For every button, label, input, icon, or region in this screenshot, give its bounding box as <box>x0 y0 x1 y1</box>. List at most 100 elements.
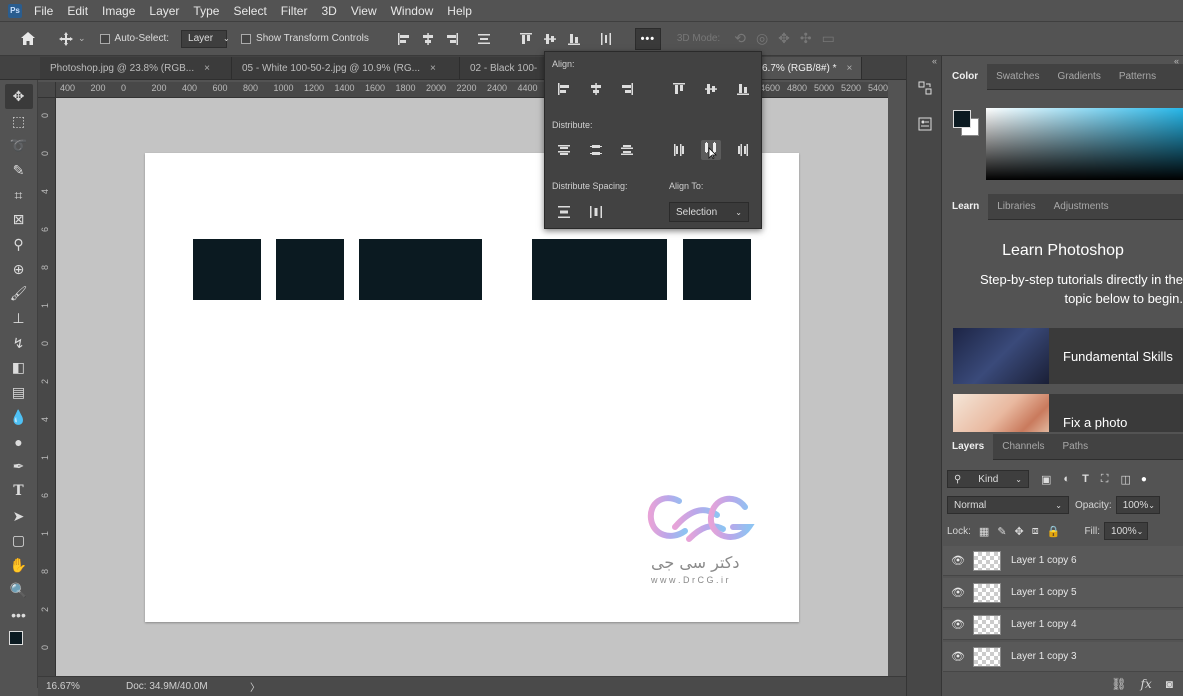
close-icon[interactable]: × <box>204 63 210 74</box>
learn-card-fix-a-photo[interactable]: Fix a photo <box>953 394 1183 432</box>
distribute-vertical-spacing-icon[interactable] <box>554 202 574 222</box>
visibility-eye-icon[interactable]: 👁 <box>943 618 973 631</box>
close-icon[interactable]: × <box>846 63 852 74</box>
3d-pan-icon[interactable]: ✥ <box>778 30 790 47</box>
tab-active-document[interactable]: 6.7% (RGB/8#) * × <box>752 57 862 79</box>
menu-type[interactable]: Type <box>193 4 219 18</box>
align-left-edges-icon[interactable] <box>397 32 411 46</box>
collapse-arrows-icon[interactable]: « <box>907 56 941 70</box>
3d-slide-icon[interactable]: ✣ <box>800 30 812 47</box>
zoom-level[interactable]: 16.67% <box>46 681 126 692</box>
align-top-edges-icon[interactable] <box>519 32 533 46</box>
tab-paths[interactable]: Paths <box>1054 434 1098 460</box>
blend-mode-dropdown[interactable]: Normal ⌄ <box>947 496 1069 514</box>
more-align-options-button[interactable]: ••• <box>634 27 661 50</box>
menu-help[interactable]: Help <box>447 4 472 18</box>
distribute-horizontal-icon[interactable] <box>599 32 613 46</box>
filter-type-icon[interactable]: T <box>1082 473 1089 485</box>
distribute-horizontal-spacing-icon[interactable] <box>586 202 606 222</box>
dark-rectangle-1[interactable] <box>193 239 261 300</box>
align-to-dropdown[interactable]: Selection ⌄ <box>669 202 749 222</box>
dark-rectangle-5[interactable] <box>683 239 751 300</box>
filter-toggle-icon[interactable]: ● <box>1141 474 1147 485</box>
pen-tool-icon[interactable]: ✒ <box>5 454 33 479</box>
3d-camera-icon[interactable]: ▭ <box>822 30 835 47</box>
magic-wand-tool-icon[interactable]: ✎ <box>5 158 33 183</box>
menu-select[interactable]: Select <box>233 4 266 18</box>
status-menu-arrow-icon[interactable]: 〉 <box>250 679 260 694</box>
tab-layers[interactable]: Layers <box>943 433 994 460</box>
path-selection-tool-icon[interactable]: ➤ <box>5 504 33 529</box>
layer-row[interactable]: 👁 Layer 1 copy 3 <box>943 642 1183 672</box>
type-tool-icon[interactable]: T <box>5 479 33 504</box>
show-transform-checkbox[interactable]: Show Transform Controls <box>241 33 369 44</box>
distribute-bottom-edges-icon[interactable] <box>617 140 637 160</box>
learn-card-fundamental-skills[interactable]: Fundamental Skills <box>953 328 1183 384</box>
auto-select-target-dropdown[interactable]: Layer ⌄ <box>181 29 230 48</box>
lock-image-icon[interactable]: ✎ <box>997 525 1006 538</box>
close-icon[interactable]: × <box>430 63 436 74</box>
distribute-left-edges-icon[interactable] <box>669 140 689 160</box>
align-top-edges-icon[interactable] <box>669 79 689 99</box>
foreground-color-swatch[interactable] <box>953 110 971 128</box>
tab-libraries[interactable]: Libraries <box>988 194 1044 220</box>
menu-3d[interactable]: 3D <box>321 4 336 18</box>
layer-kind-filter[interactable]: ⚲ Kind ⌄ <box>947 470 1029 488</box>
hand-tool-icon[interactable]: ✋ <box>5 553 33 578</box>
layer-row[interactable]: 👁 Layer 1 copy 6 <box>943 546 1183 576</box>
tab-photoshop-jpg[interactable]: Photoshop.jpg @ 23.8% (RGB... × <box>40 57 232 79</box>
align-horizontal-centers-icon[interactable] <box>586 79 606 99</box>
distribute-vertical-centers-icon[interactable] <box>586 140 606 160</box>
menu-filter[interactable]: Filter <box>281 4 308 18</box>
link-layers-icon[interactable]: ⛓ <box>1111 677 1126 691</box>
align-horizontal-centers-icon[interactable] <box>421 32 435 46</box>
distribute-right-edges-icon[interactable] <box>733 140 753 160</box>
properties-panel-icon[interactable] <box>907 106 943 142</box>
filter-smart-object-icon[interactable]: ◫ <box>1121 473 1131 486</box>
lasso-tool-icon[interactable]: ➰ <box>5 133 33 158</box>
tab-gradients[interactable]: Gradients <box>1048 64 1109 90</box>
rectangle-tool-icon[interactable]: ▢ <box>5 528 33 553</box>
dark-rectangle-4[interactable] <box>532 239 667 300</box>
dark-rectangle-3[interactable] <box>359 239 482 300</box>
visibility-eye-icon[interactable]: 👁 <box>943 554 973 567</box>
menu-edit[interactable]: Edit <box>67 4 88 18</box>
healing-brush-tool-icon[interactable]: ⊕ <box>5 257 33 282</box>
move-tool-icon[interactable]: ✥ <box>4 84 33 109</box>
layer-style-fx-icon[interactable]: fx <box>1141 677 1152 691</box>
tab-patterns[interactable]: Patterns <box>1110 64 1165 90</box>
tab-color[interactable]: Color <box>943 63 988 90</box>
filter-adjustment-icon[interactable]: ◐ <box>1063 473 1070 485</box>
tab-adjustments[interactable]: Adjustments <box>1045 194 1118 220</box>
layer-row[interactable]: 👁 Layer 1 copy 5 <box>943 578 1183 608</box>
checkbox-box[interactable] <box>241 33 252 44</box>
3d-orbit-icon[interactable]: ⟲ <box>734 30 746 47</box>
layer-row[interactable]: 👁 Layer 1 copy 4 <box>943 610 1183 640</box>
opacity-input[interactable]: 100% ⌄ <box>1115 496 1160 514</box>
lock-position-icon[interactable]: ✥ <box>1015 525 1024 538</box>
color-spectrum[interactable] <box>986 108 1183 180</box>
move-tool-icon[interactable] <box>58 31 74 47</box>
tab-swatches[interactable]: Swatches <box>987 64 1048 90</box>
tab-channels[interactable]: Channels <box>993 434 1053 460</box>
marquee-tool-icon[interactable]: ⬚ <box>5 109 33 134</box>
color-swatches-icon[interactable] <box>5 627 33 657</box>
visibility-eye-icon[interactable]: 👁 <box>943 586 973 599</box>
gradient-tool-icon[interactable]: ▤ <box>5 380 33 405</box>
menu-view[interactable]: View <box>351 4 377 18</box>
dark-rectangle-2[interactable] <box>276 239 344 300</box>
zoom-tool-icon[interactable]: 🔍 <box>5 578 33 603</box>
lock-transparent-icon[interactable]: ▦ <box>979 525 989 538</box>
menu-layer[interactable]: Layer <box>149 4 179 18</box>
crop-tool-icon[interactable]: ⌗ <box>5 183 33 208</box>
align-right-edges-icon[interactable] <box>445 32 459 46</box>
distribute-horizontal-centers-icon[interactable] <box>701 140 721 160</box>
blur-tool-icon[interactable]: 💧 <box>5 405 33 430</box>
dodge-tool-icon[interactable]: ● <box>5 430 33 455</box>
menu-file[interactable]: File <box>34 4 53 18</box>
align-vertical-centers-icon[interactable] <box>543 32 557 46</box>
add-mask-icon[interactable]: ◙ <box>1166 677 1173 691</box>
home-icon[interactable] <box>18 31 38 46</box>
tab-learn[interactable]: Learn <box>943 193 989 220</box>
brush-tool-icon[interactable]: 🖌 <box>5 282 33 307</box>
